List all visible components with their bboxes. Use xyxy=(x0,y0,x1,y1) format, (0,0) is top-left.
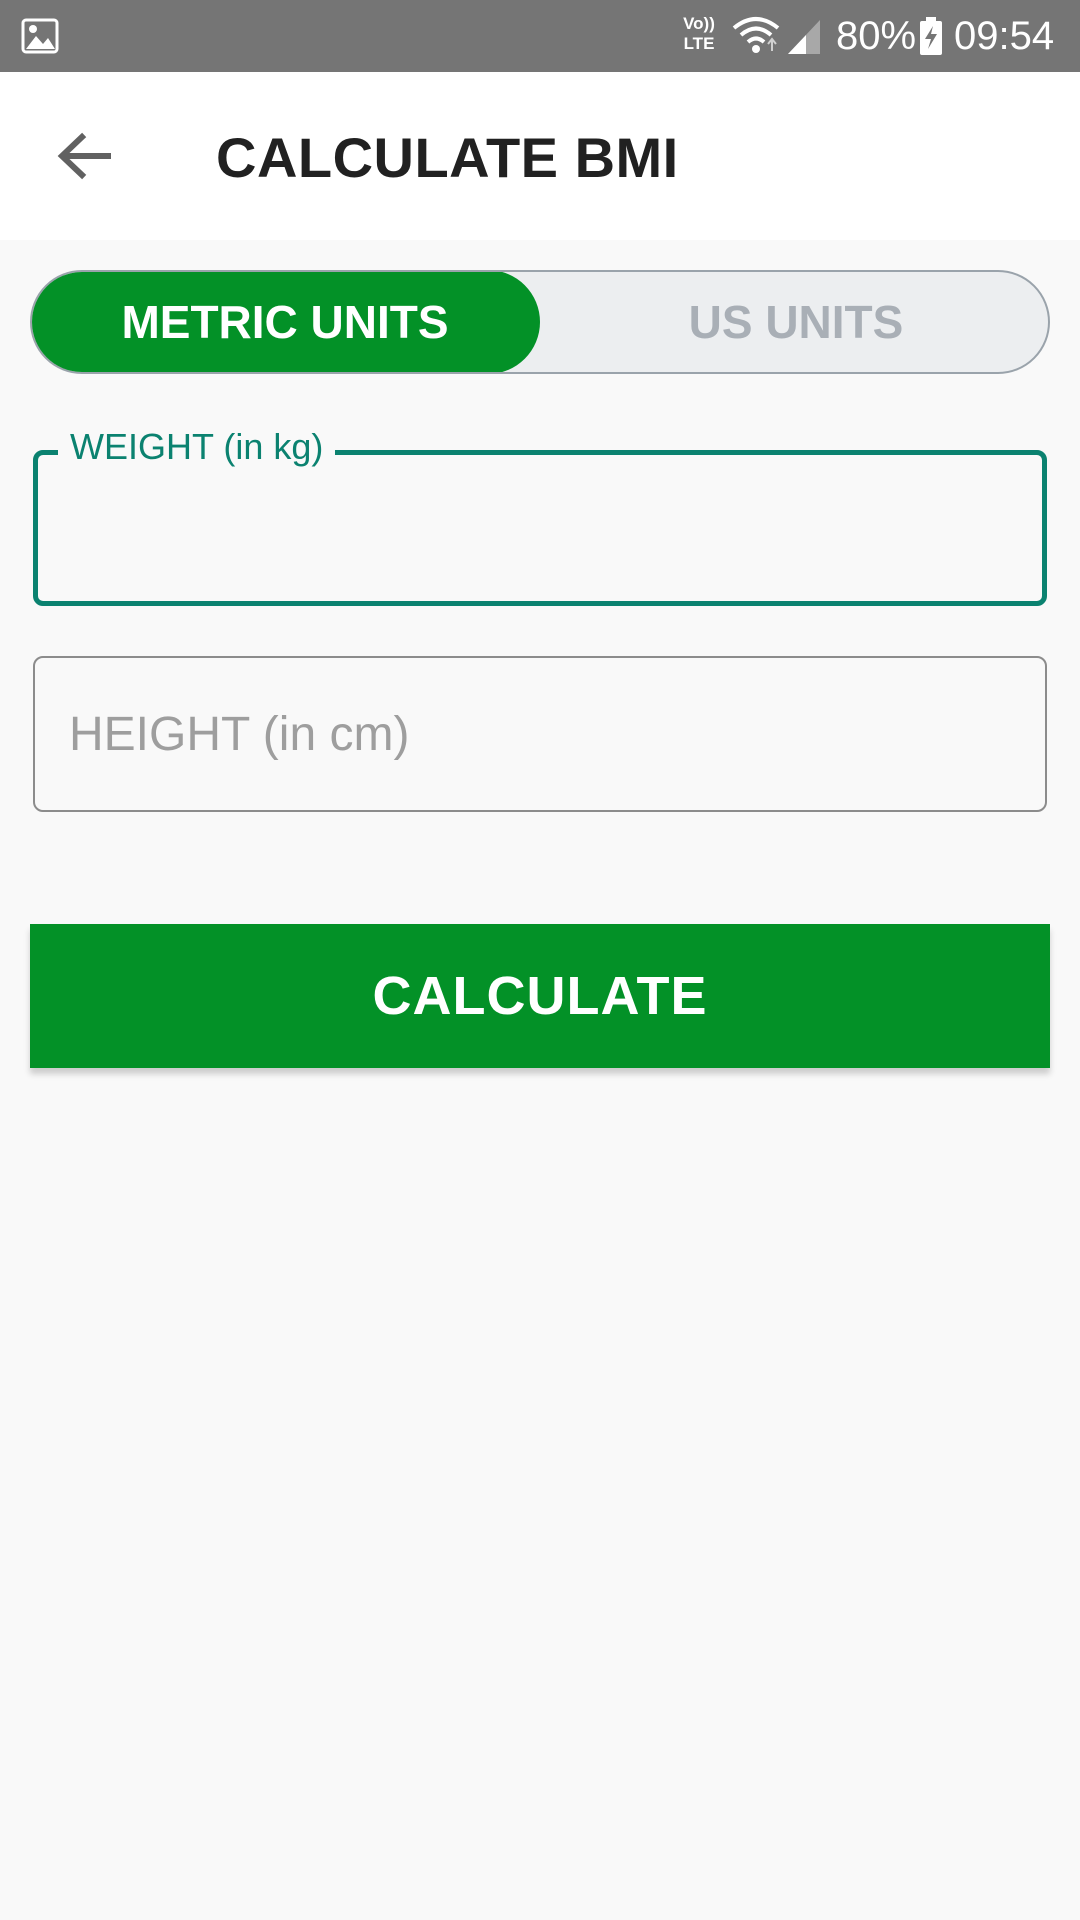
battery-charging-icon xyxy=(918,16,944,56)
gallery-icon xyxy=(20,16,60,56)
calculate-button[interactable]: CALCULATE xyxy=(30,924,1050,1068)
app-toolbar: CALCULATE BMI xyxy=(0,72,1080,240)
volte-line1: Vo)) xyxy=(683,14,715,33)
us-units-tab[interactable]: US UNITS xyxy=(540,272,1048,372)
volte-icon: Vo)) LTE xyxy=(676,14,722,58)
wifi-icon xyxy=(730,14,782,56)
weight-input[interactable] xyxy=(66,499,1006,569)
unit-toggle: US UNITS METRIC UNITS xyxy=(30,270,1050,374)
page-title: CALCULATE BMI xyxy=(216,126,679,189)
battery-percent: 80% xyxy=(836,14,917,58)
volte-line2: LTE xyxy=(683,34,715,53)
height-field[interactable] xyxy=(33,656,1047,812)
arrow-left-icon xyxy=(56,131,112,186)
weight-field[interactable]: WEIGHT (in kg) xyxy=(33,425,1047,606)
status-bar: Vo)) LTE 80% 09:54 xyxy=(0,0,1080,72)
metric-units-tab[interactable]: METRIC UNITS xyxy=(32,272,540,372)
signal-icon xyxy=(786,16,822,56)
height-input[interactable] xyxy=(67,698,1007,770)
clock: 09:54 xyxy=(954,14,1055,58)
back-button[interactable] xyxy=(48,122,120,194)
weight-label: WEIGHT (in kg) xyxy=(58,425,336,469)
